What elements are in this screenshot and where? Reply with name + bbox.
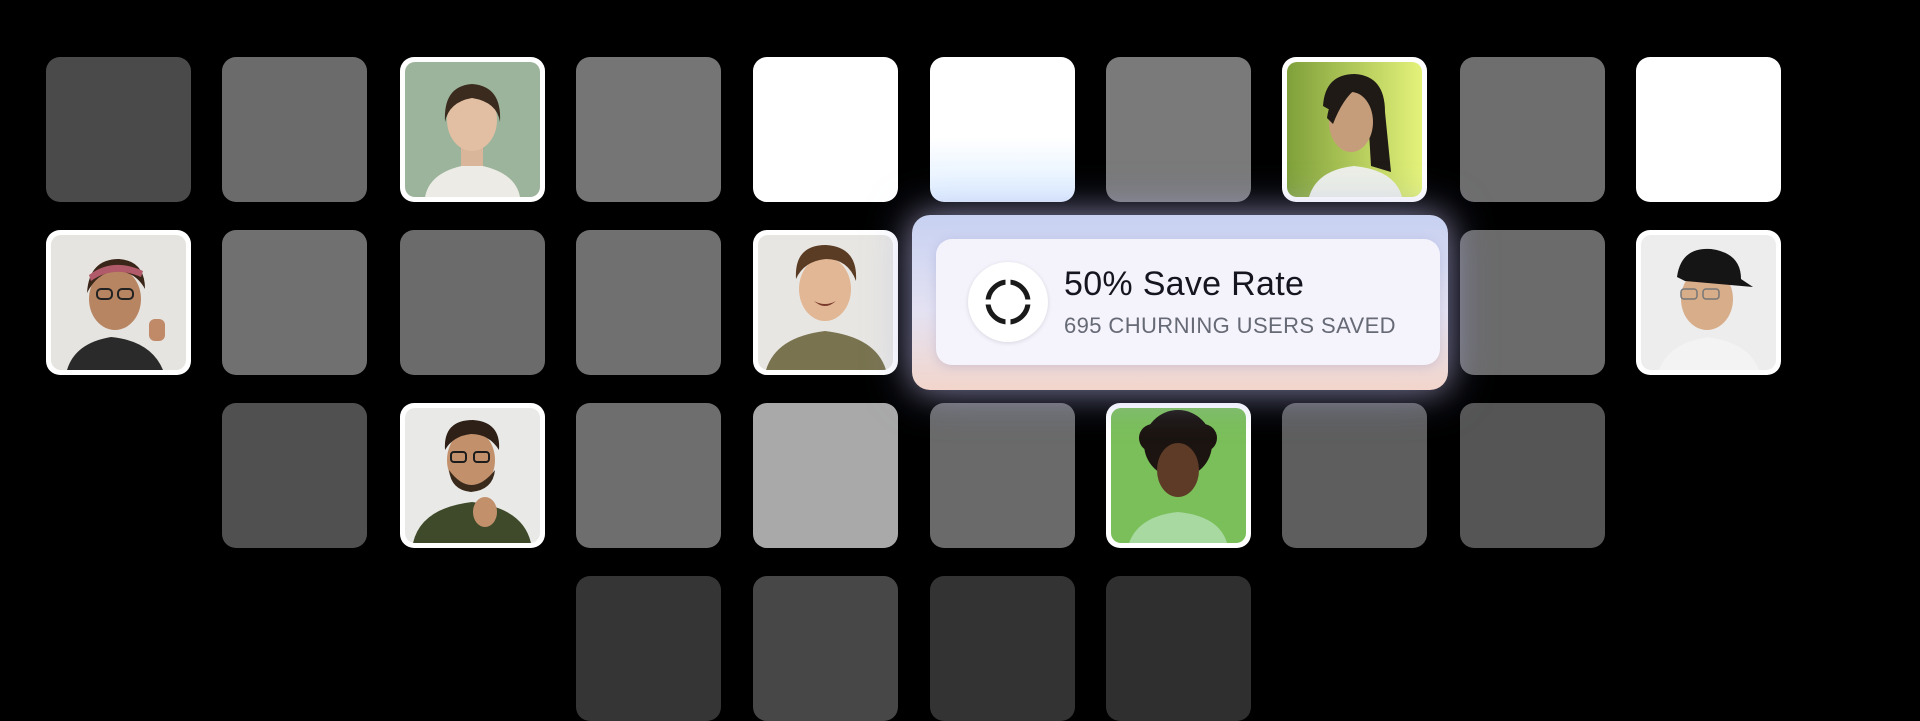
grid-tile: [222, 403, 367, 548]
grid-tile: [576, 403, 721, 548]
avatar-tile: [400, 403, 545, 548]
avatar-tile: [1636, 230, 1781, 375]
grid-tile: [576, 576, 721, 721]
avatar-photo: [51, 235, 186, 370]
grid-tile: [1460, 230, 1605, 375]
grid-tile: [222, 57, 367, 202]
grid-tile: [930, 57, 1075, 202]
stat-title: 50% Save Rate: [1064, 265, 1305, 303]
avatar-photo: [405, 408, 540, 543]
grid-tile: [222, 230, 367, 375]
grid-tile: [1460, 57, 1605, 202]
grid-tile: [400, 230, 545, 375]
avatar-photo: [1641, 235, 1776, 370]
stat-subtitle: 695 CHURNING USERS SAVED: [1064, 313, 1396, 338]
avatar-tile: [1106, 403, 1251, 548]
stat-card: 50% Save Rate 695 CHURNING USERS SAVED: [912, 215, 1448, 390]
avatar-tile: [46, 230, 191, 375]
avatar-photo: [405, 62, 540, 197]
grid-tile: [576, 230, 721, 375]
grid-tile: [930, 403, 1075, 548]
grid-tile: [1282, 403, 1427, 548]
ring-icon: [983, 277, 1033, 327]
grid-tile: [753, 57, 898, 202]
grid-tile: [576, 57, 721, 202]
avatar-photo: [1111, 408, 1246, 543]
avatar-photo: [1287, 62, 1422, 197]
grid-tile: [46, 57, 191, 202]
grid-tile: [1106, 576, 1251, 721]
grid-tile: [753, 576, 898, 721]
avatar-tile: [753, 230, 898, 375]
grid-tile: [1106, 57, 1251, 202]
grid-tile: [753, 403, 898, 548]
avatar-tile: [400, 57, 545, 202]
stat-badge: [968, 262, 1048, 342]
grid-tile: [1636, 57, 1781, 202]
stat-card-content: 50% Save Rate 695 CHURNING USERS SAVED: [936, 239, 1440, 365]
avatar-photo: [758, 235, 893, 370]
grid-tile: [930, 576, 1075, 721]
avatar-tile: [1282, 57, 1427, 202]
grid-tile: [1460, 403, 1605, 548]
